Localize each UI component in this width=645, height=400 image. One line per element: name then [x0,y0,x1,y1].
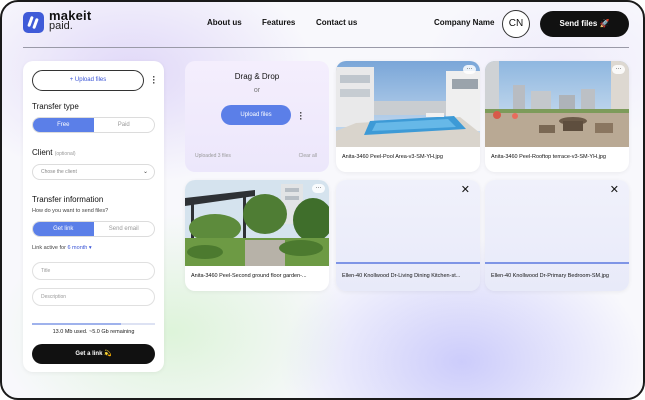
drag-drop-title: Drag & Drop [234,72,280,81]
link-active-dropdown[interactable]: 6 month ▾ [67,245,91,251]
storage-usage-text: 13.0 Mb used. ~5.0 Gb remaining [52,329,135,335]
more-options-icon[interactable]: … [463,65,476,74]
file-thumbnail-pool [336,61,480,147]
link-active-row: Link active for 6 month ▾ [32,245,92,251]
nav-contact-us[interactable]: Contact us [316,18,357,27]
company-name: Company Name [434,18,495,27]
storage-progress-fill [32,323,121,325]
chevron-down-icon: ⌄ [142,169,148,175]
file-card[interactable]: … Anita-3460 Peel-Rooftop terrace-v3-SM-… [485,61,629,172]
storage-progress-bar [32,323,155,325]
logo-icon [23,12,44,33]
send-method-send-email[interactable]: Send email [94,222,155,236]
nav-about-us[interactable]: About us [207,18,242,27]
file-name: Ellen-40 Knollwood Dr-Living Dining Kitc… [342,273,461,279]
clear-all-link[interactable]: Clear all [299,153,317,159]
file-name: Anita-3460 Peel-Second ground floor gard… [191,273,307,279]
header-divider [23,47,629,48]
client-select[interactable]: Chose the client ⌄ [32,164,155,180]
file-name: Anita-3460 Peel-Rooftop terrace-v3-SM-YH… [491,154,606,160]
kebab-menu-icon[interactable]: · · · [151,73,157,88]
file-thumbnail-garden [185,180,329,266]
close-icon[interactable]: ✕ [461,183,470,196]
client-select-placeholder: Chose the client [41,169,77,175]
get-link-button[interactable]: Get a link 💫 [32,344,155,364]
client-optional-label: (optional) [54,151,76,157]
description-input[interactable]: Description [32,288,155,306]
avatar[interactable]: CN [502,10,530,38]
transfer-question: How do you want to send files? [32,208,109,214]
file-card[interactable]: ✕ Ellen-40 Knollwood Dr-Primary Bedroom-… [485,180,629,291]
client-title: Client (optional) [32,148,76,157]
app-window: makeit paid. About us Features Contact u… [0,0,645,400]
title-input[interactable]: Title [32,262,155,280]
drag-drop-or: or [253,87,261,94]
upload-files-button[interactable]: + Upload files [32,70,144,91]
link-active-label: Link active for [32,245,66,251]
transfer-type-toggle: Free Paid [32,117,155,133]
transfer-type-title: Transfer type [32,102,79,111]
uploaded-count: Uploaded 3 files [195,153,231,159]
transfer-sidebar: + Upload files · · · Transfer type Free Pa… [23,61,164,372]
file-card[interactable]: … Anita-3460 Peel-Pool Area-v3-SM-YH.jpg [336,61,480,172]
nav-features[interactable]: Features [262,18,295,27]
drag-drop-zone[interactable]: Drag & Drop or Upload files · · · Uploaded… [185,61,329,172]
file-thumbnail-rooftop [485,61,629,147]
close-icon[interactable]: ✕ [610,183,619,196]
upload-progress-bar [336,262,480,264]
logo-text: makeit paid. [49,9,91,32]
file-name: Ellen-40 Knollwood Dr-Primary Bedroom-SM… [491,273,609,279]
top-header: makeit paid. About us Features Contact u… [2,2,643,46]
upload-files-primary-button[interactable]: Upload files [221,105,291,125]
send-method-get-link[interactable]: Get link [33,222,94,236]
upload-progress-bar [485,262,629,264]
client-title-label: Client [32,148,53,157]
dropzone-kebab-icon[interactable]: · · · [298,109,304,124]
file-card[interactable]: … Anita-3460 Peel-Second ground floor ga… [185,180,329,291]
file-card[interactable]: ✕ Ellen-40 Knollwood Dr-Living Dining Ki… [336,180,480,291]
send-method-toggle: Get link Send email [32,221,155,237]
more-options-icon[interactable]: … [612,65,625,74]
file-name: Anita-3460 Peel-Pool Area-v3-SM-YH.jpg [342,154,443,160]
transfer-info-title: Transfer information [32,195,104,204]
send-files-button[interactable]: Send files 🚀 [540,11,629,37]
more-options-icon[interactable]: … [312,184,325,193]
transfer-type-free[interactable]: Free [33,118,94,132]
transfer-type-paid[interactable]: Paid [94,118,155,132]
